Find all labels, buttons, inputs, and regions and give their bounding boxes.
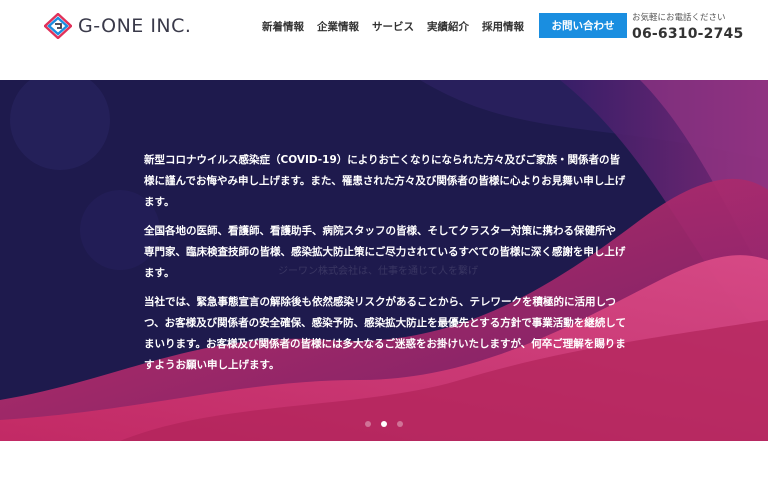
phone-block: お気軽にお電話ください 06-6310-2745 — [632, 11, 743, 42]
hero-slider: 新型コロナウイルス感染症（COVID-19）によりお亡くなりになられた方々及びご… — [0, 80, 768, 441]
hero-watermark-text: ジーワン株式会社は、仕事を通じて人を繋げ — [278, 266, 478, 277]
slider-dot-2[interactable] — [381, 421, 387, 427]
hero-paragraph-3: 当社では、緊急事態宣言の解除後も依然感染リスクがあることから、テレワークを積極的… — [144, 296, 626, 371]
nav-item-works[interactable]: 実績紹介 — [427, 19, 469, 34]
slider-dot-3[interactable] — [397, 421, 403, 427]
nav-item-company[interactable]: 企業情報 — [317, 19, 359, 34]
site-header: G-ONE INC. 新着情報 企業情報 サービス 実績紹介 採用情報 お問い合… — [0, 0, 768, 80]
phone-number[interactable]: 06-6310-2745 — [632, 26, 743, 42]
slider-pagination — [365, 421, 403, 427]
logo-text: G-ONE INC. — [78, 15, 192, 37]
nav-item-service[interactable]: サービス — [372, 19, 414, 34]
main-nav: 新着情報 企業情報 サービス 実績紹介 採用情報 — [262, 19, 524, 34]
phone-caption: お気軽にお電話ください — [632, 13, 726, 23]
nav-item-recruit[interactable]: 採用情報 — [482, 19, 524, 34]
contact-button[interactable]: お問い合わせ — [539, 13, 627, 38]
logo-mark-icon — [44, 13, 72, 39]
nav-item-news[interactable]: 新着情報 — [262, 19, 304, 34]
hero-paragraph-1: 新型コロナウイルス感染症（COVID-19）によりお亡くなりになられた方々及びご… — [144, 154, 626, 208]
company-logo[interactable]: G-ONE INC. — [44, 13, 191, 39]
slider-dot-1[interactable] — [365, 421, 371, 427]
